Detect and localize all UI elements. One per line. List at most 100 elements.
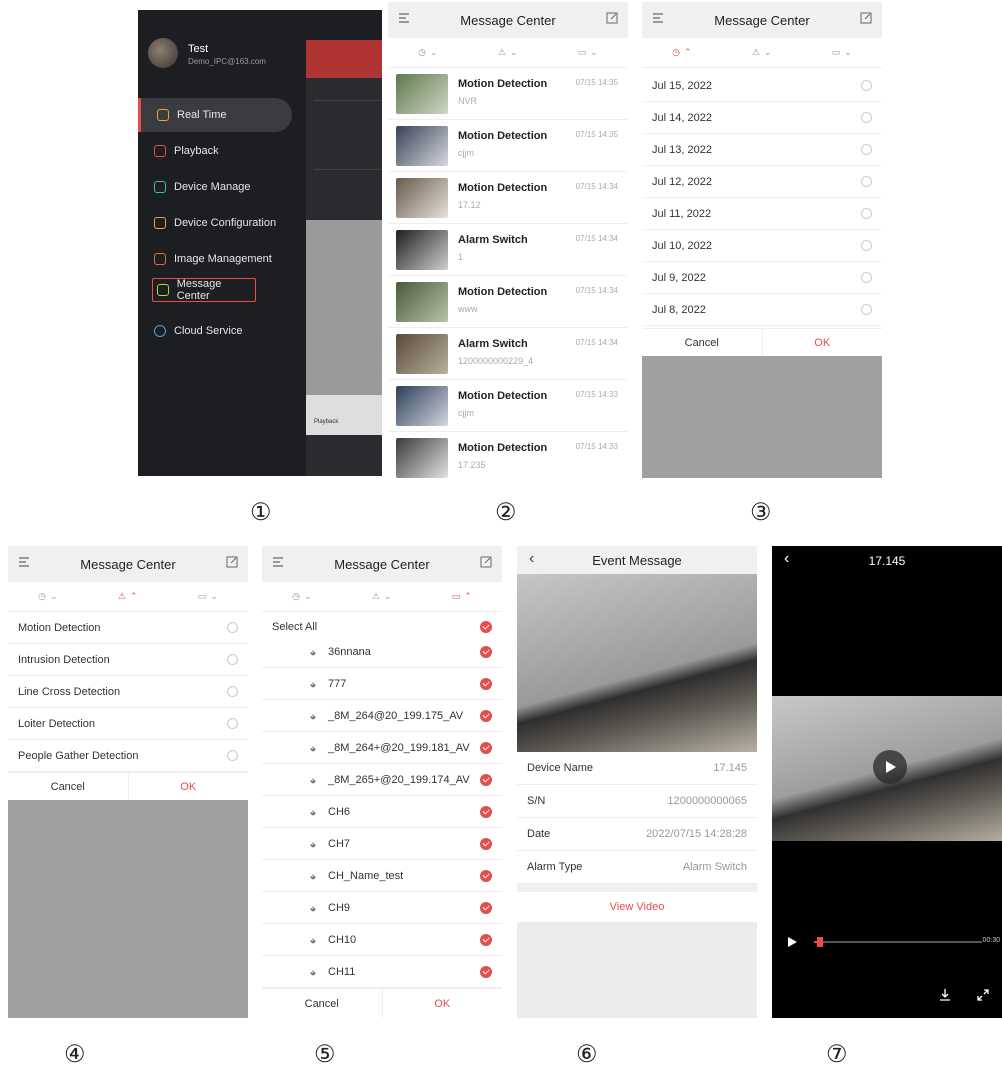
list-item[interactable]: Motion Detection 17.235 07/15 14:33 <box>388 432 628 478</box>
radio[interactable] <box>861 176 872 187</box>
video-frame[interactable] <box>772 696 1002 841</box>
radio[interactable] <box>227 718 238 729</box>
fullscreen-icon[interactable] <box>976 988 990 1002</box>
check-icon[interactable] <box>480 901 492 914</box>
alarm-type-option[interactable]: People Gather Detection <box>8 740 248 772</box>
play-overlay-button[interactable] <box>873 750 907 784</box>
channel-option[interactable]: ⌖ 777 <box>262 668 502 700</box>
cancel-button[interactable]: Cancel <box>8 773 129 800</box>
check-icon[interactable] <box>480 933 492 946</box>
ok-button[interactable]: OK <box>383 989 503 1018</box>
check-icon[interactable] <box>480 645 492 658</box>
alarm-filter[interactable]: ⚠ ⌄ <box>752 47 772 58</box>
list-item[interactable]: Motion Detection www 07/15 14:34 <box>388 276 628 328</box>
avatar[interactable] <box>148 38 178 68</box>
channel-option[interactable]: ⌖ CH11 <box>262 956 502 988</box>
menu-item-message-center[interactable]: Message Center <box>152 278 256 302</box>
view-video-button[interactable]: View Video <box>517 892 757 922</box>
alarm-type-option[interactable]: Loiter Detection <box>8 708 248 740</box>
radio[interactable] <box>861 80 872 91</box>
edit-icon[interactable] <box>860 12 872 24</box>
channel-option[interactable]: ⌖ CH9 <box>262 892 502 924</box>
edit-icon[interactable] <box>480 556 492 568</box>
check-icon[interactable] <box>480 677 492 690</box>
alarm-filter[interactable]: ⚠ ⌃ <box>118 591 138 602</box>
menu-icon[interactable] <box>652 12 664 24</box>
check-icon[interactable] <box>480 869 492 882</box>
channel-option[interactable]: ⌖ CH7 <box>262 828 502 860</box>
ok-button[interactable]: OK <box>763 329 883 356</box>
radio[interactable] <box>861 272 872 283</box>
play-icon[interactable] <box>786 936 798 948</box>
list-item[interactable]: Alarm Switch 1200000000229_4 07/15 14:34 <box>388 328 628 380</box>
event-snapshot[interactable] <box>517 574 757 752</box>
radio[interactable] <box>861 304 872 315</box>
radio[interactable] <box>227 686 238 697</box>
alarm-type-option[interactable]: Motion Detection <box>8 612 248 644</box>
menu-item-image-management[interactable]: Image Management <box>138 242 292 276</box>
device-filter[interactable]: ▭ ⌄ <box>198 591 218 602</box>
channel-option[interactable]: ⌖ _8M_265+@20_199.174_AV <box>262 764 502 796</box>
channel-option[interactable]: ⌖ CH6 <box>262 796 502 828</box>
menu-item-playback[interactable]: Playback <box>138 134 292 168</box>
radio[interactable] <box>861 240 872 251</box>
alarm-type-option[interactable]: Line Cross Detection <box>8 676 248 708</box>
progress-track[interactable] <box>814 937 982 947</box>
menu-item-real-time[interactable]: Real Time <box>138 98 292 132</box>
check-icon[interactable] <box>480 965 492 978</box>
radio[interactable] <box>861 208 872 219</box>
menu-item-cloud-service[interactable]: Cloud Service <box>138 314 292 348</box>
check-icon[interactable] <box>480 741 492 754</box>
radio[interactable] <box>861 112 872 123</box>
channel-option[interactable]: ⌖ 36nnana <box>262 636 502 668</box>
download-icon[interactable] <box>938 988 952 1002</box>
cancel-button[interactable]: Cancel <box>642 329 763 356</box>
date-option[interactable]: Jul 15, 2022 <box>642 70 882 102</box>
date-filter[interactable]: ◷ ⌃ <box>672 47 691 58</box>
channel-option[interactable]: ⌖ CH10 <box>262 924 502 956</box>
ok-button[interactable]: OK <box>129 773 249 800</box>
date-filter[interactable]: ◷ ⌄ <box>38 591 57 602</box>
radio[interactable] <box>227 622 238 633</box>
channel-option[interactable]: ⌖ _8M_264@20_199.175_AV <box>262 700 502 732</box>
alarm-filter[interactable]: ⚠ ⌄ <box>372 591 392 602</box>
radio[interactable] <box>227 654 238 665</box>
date-option[interactable]: Jul 8, 2022 <box>642 294 882 326</box>
list-item[interactable]: Alarm Switch 1 07/15 14:34 <box>388 224 628 276</box>
date-option[interactable]: Jul 10, 2022 <box>642 230 882 262</box>
alarm-filter[interactable]: ⚠ ⌄ <box>498 47 518 58</box>
edit-icon[interactable] <box>226 556 238 568</box>
channel-option[interactable]: ⌖ _8M_264+@20_199.181_AV <box>262 732 502 764</box>
list-item[interactable]: Motion Detection cjjm 07/15 14:35 <box>388 120 628 172</box>
overlay-backdrop[interactable] <box>642 356 882 478</box>
check-icon[interactable] <box>480 773 492 786</box>
menu-icon[interactable] <box>272 556 284 568</box>
radio[interactable] <box>227 750 238 761</box>
date-option[interactable]: Jul 9, 2022 <box>642 262 882 294</box>
check-icon[interactable] <box>480 709 492 722</box>
date-filter[interactable]: ◷ ⌄ <box>292 591 311 602</box>
menu-icon[interactable] <box>398 12 410 24</box>
device-filter[interactable]: ▭ ⌄ <box>578 47 598 58</box>
check-icon[interactable] <box>480 837 492 850</box>
list-item[interactable]: Motion Detection NVR 07/15 14:35 <box>388 68 628 120</box>
menu-item-device-configuration[interactable]: Device Configuration <box>138 206 292 240</box>
date-option[interactable]: Jul 14, 2022 <box>642 102 882 134</box>
date-option[interactable]: Jul 11, 2022 <box>642 198 882 230</box>
back-icon[interactable]: ‹ <box>529 550 534 568</box>
alarm-type-option[interactable]: Intrusion Detection <box>8 644 248 676</box>
overlay-backdrop[interactable] <box>8 800 248 1018</box>
device-filter[interactable]: ▭ ⌃ <box>452 591 472 602</box>
date-option[interactable]: Jul 13, 2022 <box>642 134 882 166</box>
radio[interactable] <box>861 144 872 155</box>
list-item[interactable]: Motion Detection 17.12 07/15 14:34 <box>388 172 628 224</box>
list-item[interactable]: Motion Detection cjjm 07/15 14:33 <box>388 380 628 432</box>
menu-icon[interactable] <box>18 556 30 568</box>
cancel-button[interactable]: Cancel <box>262 989 383 1018</box>
check-icon[interactable] <box>480 805 492 818</box>
check-icon[interactable] <box>480 620 492 633</box>
edit-icon[interactable] <box>606 12 618 24</box>
device-filter[interactable]: ▭ ⌄ <box>832 47 852 58</box>
progress-thumb[interactable] <box>817 937 824 947</box>
channel-option[interactable]: ⌖ CH_Name_test <box>262 860 502 892</box>
